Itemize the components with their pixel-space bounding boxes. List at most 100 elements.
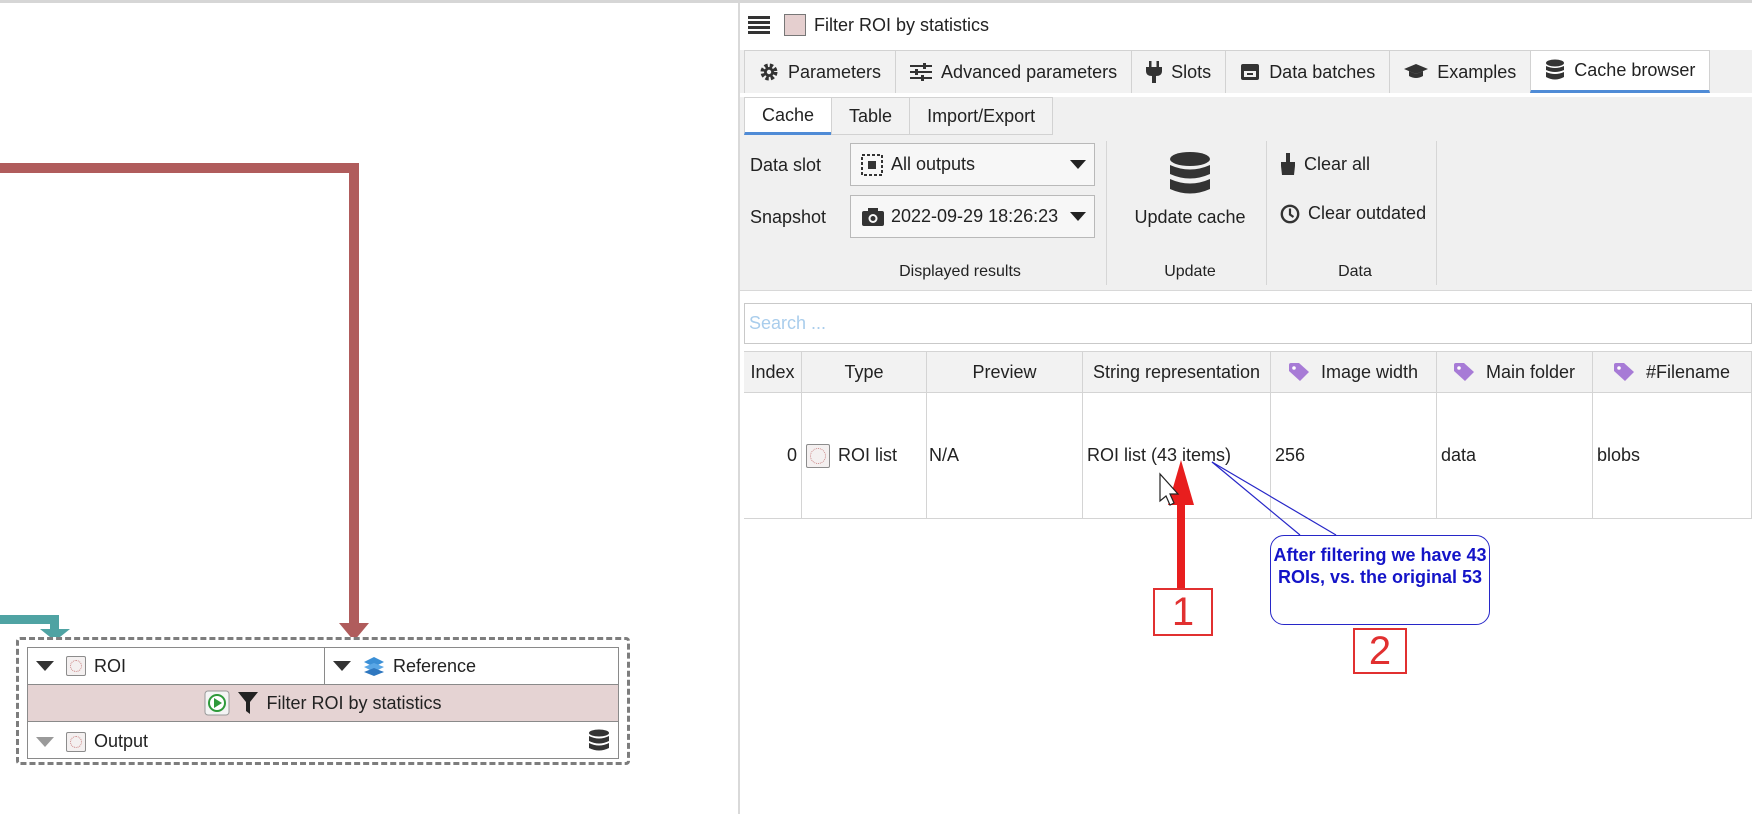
dropdown-arrow-icon: [1070, 212, 1086, 221]
properties-panel: Filter ROI by statistics Parameters Adva…: [740, 3, 1752, 814]
tab-data-batches[interactable]: Data batches: [1225, 50, 1391, 93]
filter-icon: [238, 692, 259, 714]
node-outputs-row: Output: [28, 723, 618, 760]
group-label-data: Data: [1338, 263, 1372, 280]
node-inputs-row: ROI Reference: [28, 648, 618, 685]
tab-label: Parameters: [788, 61, 882, 82]
column-header-index[interactable]: Index: [744, 352, 802, 392]
tab-label: Advanced parameters: [941, 61, 1118, 82]
clear-outdated-label: Clear outdated: [1308, 203, 1427, 223]
table-row[interactable]: 0 ROI list N/A ROI list (43 items) 256 d…: [744, 393, 1752, 519]
slot-menu-triangle-icon[interactable]: [333, 661, 351, 671]
column-header-filename[interactable]: #Filename: [1593, 352, 1752, 392]
all-outputs-icon: [861, 153, 883, 176]
group-separator: [1106, 141, 1107, 285]
tab-parameters[interactable]: Parameters: [744, 50, 897, 93]
update-cache-button[interactable]: Update cache: [1120, 151, 1260, 251]
cell-filename: blobs: [1593, 393, 1752, 518]
cache-database-icon[interactable]: [588, 729, 610, 755]
cache-ribbon: Data slot All outputs Snapshot 2022-09-2…: [740, 137, 1752, 291]
clock-icon: [1280, 204, 1300, 224]
graph-canvas[interactable]: ROI Reference Filter ROI by statistics O…: [0, 3, 738, 814]
tab-slots[interactable]: Slots: [1131, 50, 1227, 93]
column-header-image-width[interactable]: Image width: [1271, 352, 1437, 392]
tag-icon: [1288, 363, 1311, 381]
tab-cache-browser[interactable]: Cache browser: [1530, 50, 1711, 93]
annotation-marker-2: 2: [1353, 628, 1407, 674]
edge-reference-horizontal: [0, 163, 359, 173]
clear-all-label: Clear all: [1304, 153, 1371, 174]
annotation-marker-1: 1: [1153, 588, 1213, 636]
group-label-update: Update: [1164, 263, 1216, 280]
tab-label: Cache browser: [1574, 60, 1696, 80]
filter-roi-node[interactable]: ROI Reference Filter ROI by statistics O…: [16, 637, 630, 765]
input-slot-roi-label: ROI: [94, 655, 127, 676]
group-separator: [1436, 141, 1437, 285]
panel-title: Filter ROI by statistics: [814, 14, 990, 35]
app-window: ROI Reference Filter ROI by statistics O…: [0, 0, 1752, 814]
roi-icon: [66, 656, 86, 676]
snapshot-label: Snapshot: [750, 207, 827, 227]
column-header-label: Main folder: [1485, 361, 1576, 382]
clear-all-button[interactable]: Clear all: [1280, 153, 1370, 175]
output-slot-label: Output: [94, 731, 149, 751]
column-header-type[interactable]: Type: [802, 352, 927, 392]
column-header-string-representation[interactable]: String representation: [1083, 352, 1271, 392]
group-label-displayed-results: Displayed results: [899, 263, 1021, 280]
sub-tabs: Cache Table Import/Export: [740, 97, 1752, 137]
cell-string-representation: ROI list (43 items): [1083, 393, 1271, 518]
tab-advanced-parameters[interactable]: Advanced parameters: [895, 50, 1133, 93]
cell-type-label: ROI list: [838, 445, 898, 465]
database-icon: [1170, 152, 1210, 194]
output-slot[interactable]: Output: [28, 723, 588, 760]
run-icon[interactable]: [204, 690, 230, 716]
node-title: Filter ROI by statistics: [266, 692, 442, 713]
column-header-main-folder[interactable]: Main folder: [1437, 352, 1593, 392]
panel-titlebar: Filter ROI by statistics: [740, 3, 1752, 47]
snapshot-select[interactable]: 2022-09-29 18:26:23: [850, 195, 1095, 238]
group-separator: [1266, 141, 1267, 285]
main-tabs: Parameters Advanced parameters Slots Dat…: [740, 50, 1752, 93]
archive-icon: [1240, 62, 1260, 82]
slot-menu-triangle-icon[interactable]: [36, 736, 54, 747]
search-input[interactable]: [744, 303, 1752, 344]
cell-image-width: 256: [1271, 393, 1437, 518]
edge-reference-vertical: [349, 163, 359, 629]
roi-icon: [66, 731, 86, 752]
cell-main-folder: data: [1437, 393, 1593, 518]
node-body: ROI Reference Filter ROI by statistics O…: [27, 647, 619, 759]
cell-type: ROI list: [802, 393, 927, 518]
subtab-table[interactable]: Table: [831, 97, 911, 135]
subtab-import-export[interactable]: Import/Export: [909, 97, 1054, 135]
data-slot-value: All outputs: [891, 154, 976, 174]
annotation-callout: After filtering we have 43 ROIs, vs. the…: [1270, 535, 1490, 625]
camera-icon: [862, 207, 884, 226]
tab-label: Examples: [1437, 61, 1517, 82]
input-slot-reference-label: Reference: [393, 655, 477, 676]
table-header: Index Type Preview String representation…: [744, 351, 1752, 393]
cell-preview: N/A: [927, 393, 1083, 518]
input-slot-reference[interactable]: Reference: [325, 648, 476, 684]
database-icon: [1545, 59, 1565, 83]
gear-icon: [759, 62, 779, 82]
graduation-cap-icon: [1404, 63, 1429, 81]
plug-icon: [1146, 61, 1163, 83]
column-header-label: Image width: [1320, 361, 1419, 382]
snapshot-value: 2022-09-29 18:26:23: [891, 206, 1059, 226]
hamburger-menu-icon[interactable]: [748, 16, 770, 34]
clear-outdated-button[interactable]: Clear outdated: [1280, 203, 1426, 224]
node-title-row[interactable]: Filter ROI by statistics: [28, 685, 618, 722]
node-color-swatch: [784, 14, 806, 36]
subtab-cache[interactable]: Cache: [744, 97, 833, 135]
cell-index: 0: [744, 393, 802, 518]
column-header-label: #Filename: [1645, 361, 1731, 382]
data-slot-select[interactable]: All outputs: [850, 143, 1095, 186]
tab-examples[interactable]: Examples: [1389, 50, 1532, 93]
slot-menu-triangle-icon[interactable]: [36, 661, 54, 671]
tab-label: Data batches: [1269, 61, 1376, 82]
broom-icon: [1280, 153, 1296, 175]
column-header-preview[interactable]: Preview: [927, 352, 1083, 392]
input-slot-roi[interactable]: ROI: [28, 648, 325, 684]
update-cache-label: Update cache: [1134, 207, 1246, 227]
tag-icon: [1453, 363, 1476, 381]
